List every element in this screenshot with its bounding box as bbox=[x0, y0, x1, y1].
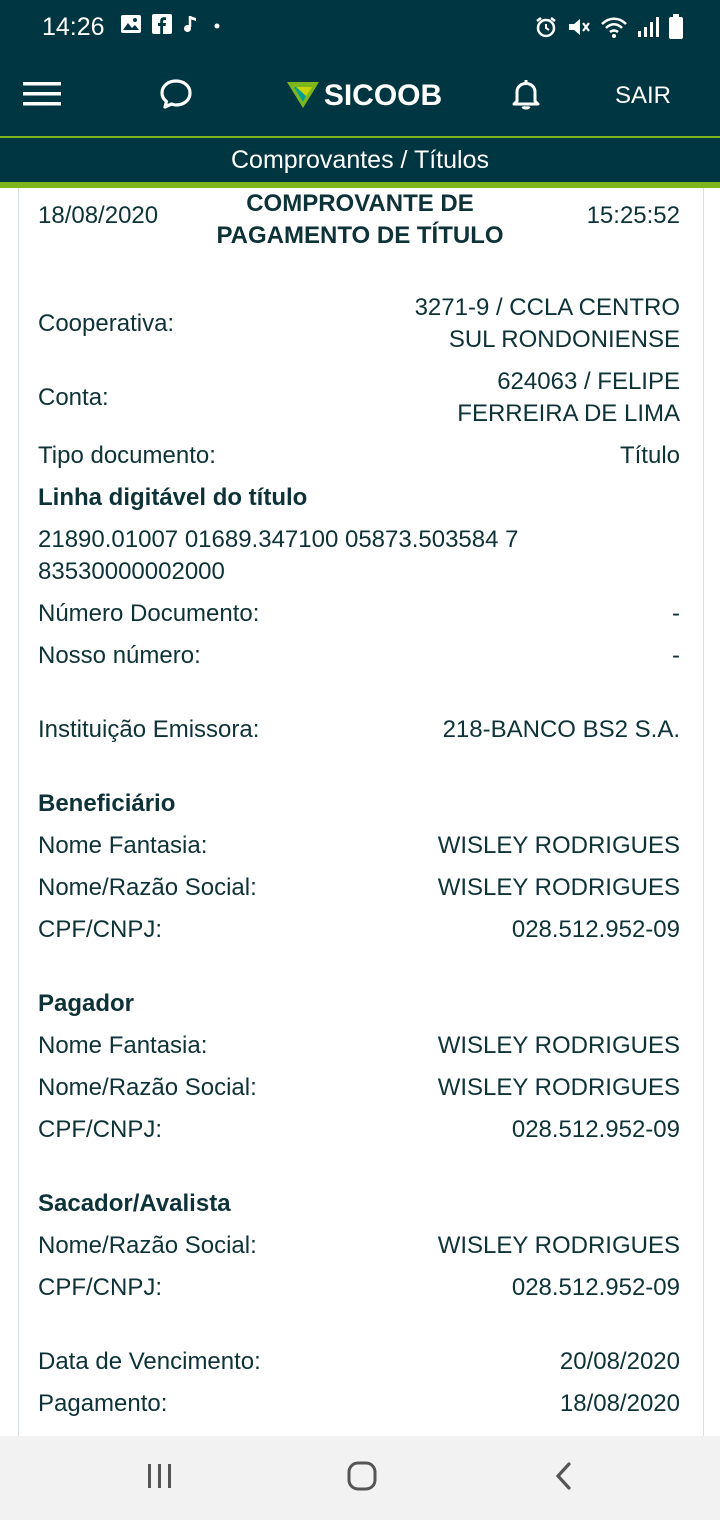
pagador-cpf-row: CPF/CNPJ: 028.512.952-09 bbox=[38, 1114, 680, 1146]
status-right-icons bbox=[534, 14, 684, 45]
home-button[interactable] bbox=[342, 1460, 382, 1496]
sacador-heading: Sacador/Avalista bbox=[38, 1190, 231, 1217]
bell-icon bbox=[509, 77, 543, 116]
pagador-fantasia-label: Nome Fantasia: bbox=[38, 1032, 208, 1059]
pagador-cpf-label: CPF/CNPJ: bbox=[38, 1116, 163, 1143]
vencimento-row: Data de Vencimento: 20/08/2020 bbox=[38, 1346, 680, 1378]
vencimento-label: Data de Vencimento: bbox=[38, 1348, 261, 1375]
conta-row: Conta: 624063 / FELIPE FERREIRA DE LIMA bbox=[38, 366, 680, 430]
pagador-cpf-value: 028.512.952-09 bbox=[511, 1116, 680, 1143]
sacador-cpf-label: CPF/CNPJ: bbox=[38, 1274, 163, 1301]
sacador-razao-label: Nome/Razão Social: bbox=[38, 1232, 257, 1259]
instituicao-row: Instituição Emissora: 218-BANCO BS2 S.A. bbox=[38, 714, 680, 746]
tipo-documento-label: Tipo documento: bbox=[38, 442, 216, 469]
music-note-icon bbox=[182, 14, 200, 39]
status-left-icons bbox=[120, 14, 224, 39]
pagador-razao-value: WISLEY RODRIGUES bbox=[437, 1074, 680, 1101]
recent-apps-button[interactable] bbox=[140, 1460, 180, 1496]
facebook-icon bbox=[152, 14, 172, 39]
sacador-razao-value: WISLEY RODRIGUES bbox=[437, 1232, 680, 1259]
pagador-fantasia-value: WISLEY RODRIGUES bbox=[437, 1032, 680, 1059]
system-nav-bar bbox=[0, 1436, 720, 1520]
instituicao-label: Instituição Emissora: bbox=[38, 716, 260, 743]
linha-digitavel-value: 21890.01007 01689.347100 05873.503584 7 … bbox=[38, 524, 638, 588]
back-icon bbox=[552, 1461, 576, 1496]
receipt-title-line1: COMPROVANTE DE bbox=[246, 190, 474, 217]
receipt-title-line2: PAGAMENTO DE TÍTULO bbox=[216, 222, 504, 249]
app-header: SICOOB SAIR bbox=[0, 56, 720, 136]
sacador-cpf-value: 028.512.952-09 bbox=[511, 1274, 680, 1301]
pagador-heading: Pagador bbox=[38, 990, 135, 1017]
mute-icon bbox=[566, 15, 592, 44]
home-icon bbox=[347, 1461, 377, 1496]
numero-documento-value: - bbox=[672, 600, 680, 627]
conta-value: 624063 / FELIPE FERREIRA DE LIMA bbox=[457, 366, 680, 430]
pagamento-label: Pagamento: bbox=[38, 1390, 168, 1417]
beneficiario-razao-row: Nome/Razão Social: WISLEY RODRIGUES bbox=[38, 872, 680, 904]
sacador-cpf-row: CPF/CNPJ: 028.512.952-09 bbox=[38, 1272, 680, 1304]
hamburger-icon bbox=[23, 80, 61, 113]
beneficiario-razao-label: Nome/Razão Social: bbox=[38, 874, 257, 901]
status-bar: 14:26 bbox=[0, 0, 720, 56]
page-title: Comprovantes / Títulos bbox=[0, 136, 720, 188]
notifications-button[interactable] bbox=[504, 56, 548, 136]
chat-button[interactable] bbox=[154, 56, 198, 136]
signal-icon bbox=[636, 15, 660, 44]
pagador-razao-row: Nome/Razão Social: WISLEY RODRIGUES bbox=[38, 1072, 680, 1104]
conta-label: Conta: bbox=[38, 384, 109, 411]
alarm-icon bbox=[534, 15, 558, 44]
receipt-title: COMPROVANTE DE PAGAMENTO DE TÍTULO bbox=[200, 188, 520, 252]
beneficiario-heading: Beneficiário bbox=[38, 790, 176, 817]
beneficiario-fantasia-value: WISLEY RODRIGUES bbox=[437, 832, 680, 859]
numero-documento-row: Número Documento: - bbox=[38, 598, 680, 630]
back-button[interactable] bbox=[544, 1460, 584, 1496]
pagamento-value: 18/08/2020 bbox=[559, 1390, 680, 1417]
recent-apps-icon bbox=[145, 1462, 175, 1495]
logout-button[interactable]: SAIR bbox=[598, 56, 688, 136]
numero-documento-label: Número Documento: bbox=[38, 600, 260, 627]
beneficiario-cpf-row: CPF/CNPJ: 028.512.952-09 bbox=[38, 914, 680, 946]
tipo-documento-value: Título bbox=[619, 442, 680, 469]
pagamento-row: Pagamento: 18/08/2020 bbox=[38, 1388, 680, 1420]
beneficiario-cpf-value: 028.512.952-09 bbox=[511, 916, 680, 943]
instituicao-value: 218-BANCO BS2 S.A. bbox=[442, 716, 680, 743]
cooperativa-value: 3271-9 / CCLA CENTRO SUL RONDONIENSE bbox=[415, 292, 680, 356]
cooperativa-value-line2: SUL RONDONIENSE bbox=[448, 326, 680, 353]
cooperativa-value-line1: 3271-9 / CCLA CENTRO bbox=[414, 294, 680, 321]
beneficiario-fantasia-row: Nome Fantasia: WISLEY RODRIGUES bbox=[38, 830, 680, 862]
linha-digitavel-heading: Linha digitável do título bbox=[38, 484, 308, 511]
nosso-numero-label: Nosso número: bbox=[38, 642, 201, 669]
cooperativa-label: Cooperativa: bbox=[38, 310, 175, 337]
logo-text: SICOOB bbox=[323, 79, 443, 112]
sacador-razao-row: Nome/Razão Social: WISLEY RODRIGUES bbox=[38, 1230, 680, 1262]
beneficiario-cpf-label: CPF/CNPJ: bbox=[38, 916, 163, 943]
receipt-date: 18/08/2020 bbox=[38, 202, 159, 229]
sicoob-logo-icon bbox=[286, 78, 320, 115]
pagador-fantasia-row: Nome Fantasia: WISLEY RODRIGUES bbox=[38, 1030, 680, 1062]
linha-digitavel-line1: 21890.01007 01689.347100 05873.503584 7 bbox=[38, 526, 519, 553]
pagador-razao-label: Nome/Razão Social: bbox=[38, 1074, 257, 1101]
tipo-documento-row: Tipo documento: Título bbox=[38, 440, 680, 472]
sicoob-logo: SICOOB bbox=[284, 56, 444, 136]
receipt-time: 15:25:52 bbox=[586, 202, 680, 229]
battery-icon bbox=[668, 14, 684, 45]
dot-icon bbox=[210, 14, 224, 39]
image-icon bbox=[120, 14, 142, 39]
conta-value-line2: FERREIRA DE LIMA bbox=[457, 400, 680, 427]
cooperativa-row: Cooperativa: 3271-9 / CCLA CENTRO SUL RO… bbox=[38, 292, 680, 356]
nosso-numero-value: - bbox=[672, 642, 680, 669]
nosso-numero-row: Nosso número: - bbox=[38, 640, 680, 672]
vencimento-value: 20/08/2020 bbox=[559, 1348, 680, 1375]
menu-button[interactable] bbox=[20, 56, 64, 136]
wifi-icon bbox=[600, 15, 628, 44]
beneficiario-razao-value: WISLEY RODRIGUES bbox=[437, 874, 680, 901]
conta-value-line1: 624063 / FELIPE bbox=[497, 368, 680, 395]
status-time: 14:26 bbox=[42, 13, 105, 41]
chat-bubble-icon bbox=[159, 78, 193, 115]
linha-digitavel-line2: 83530000002000 bbox=[38, 558, 225, 585]
beneficiario-fantasia-label: Nome Fantasia: bbox=[38, 832, 208, 859]
